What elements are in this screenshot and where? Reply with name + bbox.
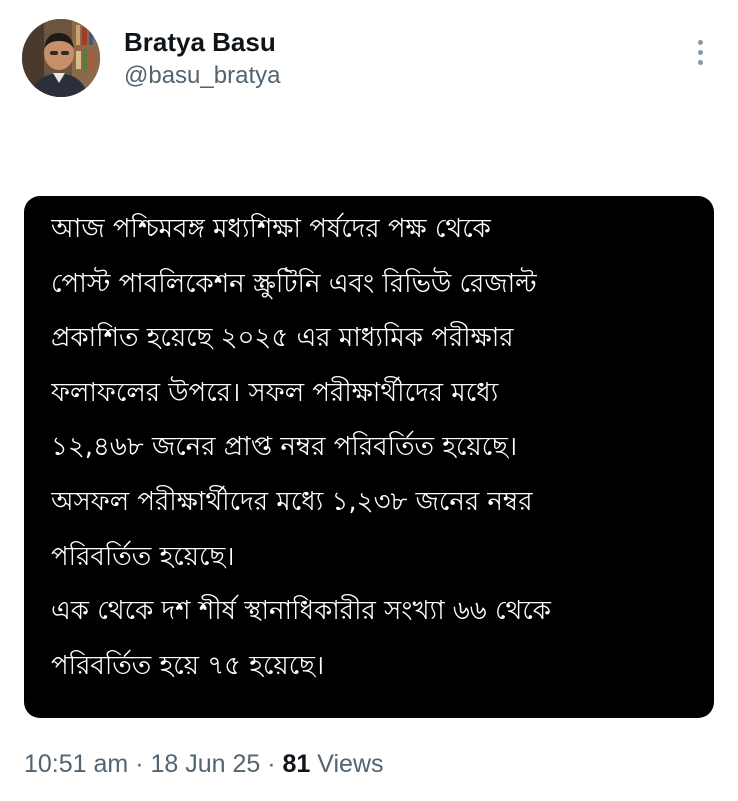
image-text-line: অসফল পরীক্ষার্থীদের মধ্যে ১,২৩৮ জনের নম্… bbox=[51, 486, 533, 517]
image-text-line: আজ পশ্চিমবঙ্গ মধ্যশিক্ষা পর্ষদের পক্ষ থে… bbox=[51, 214, 491, 244]
image-text-line: ফলাফলের উপরে। সফল পরীক্ষার্থীদের মধ্যে bbox=[51, 377, 499, 408]
views-count[interactable]: 81 bbox=[283, 750, 311, 778]
image-text-line: পরিবর্তিত হয়েছে। bbox=[51, 541, 235, 572]
tweet-date[interactable]: 18 Jun 25 bbox=[150, 750, 260, 778]
more-vertical-icon-dot bbox=[697, 49, 703, 55]
tweet: Bratya Basu @basu_bratya আজ পশ্চিমবঙ্গ ম… bbox=[0, 0, 738, 801]
image-text-line: পরিবর্তিত হয়ে ৭৫ হয়েছে। bbox=[51, 650, 325, 681]
image-text-line: পোস্ট পাবলিকেশন স্ক্রুটিনি এবং রিভিউ রেজ… bbox=[51, 268, 537, 299]
tweet-time[interactable]: 10:51 am bbox=[24, 750, 128, 778]
image-text-line: ১২,৪৬৮ জনের প্রাপ্ত নম্বর পরিবর্তিত হয়ে… bbox=[51, 432, 518, 463]
avatar-image bbox=[22, 19, 100, 97]
more-vertical-icon bbox=[697, 39, 703, 45]
tweet-meta: 10:51 am · 18 Jun 25 · 81 Views bbox=[24, 748, 384, 780]
views-label[interactable]: Views bbox=[317, 750, 383, 778]
image-text-line: এক থেকে দশ শীর্ষ স্থানাধিকারীর সংখ্যা ৬৬… bbox=[51, 596, 551, 627]
avatar[interactable] bbox=[22, 19, 100, 97]
image-text-line: প্রকাশিত হয়েছে ২০২৫ এর মাধ্যমিক পরীক্ষা… bbox=[51, 323, 514, 354]
author-handle[interactable]: @basu_bratya bbox=[124, 60, 280, 92]
meta-separator: · bbox=[128, 750, 151, 778]
author-display-name[interactable]: Bratya Basu bbox=[124, 26, 280, 58]
more-options-button[interactable] bbox=[686, 36, 714, 68]
meta-separator: · bbox=[260, 750, 283, 778]
tweet-text-image[interactable]: আজ পশ্চিমবঙ্গ মধ্যশিক্ষা পর্ষদের পক্ষ থে… bbox=[24, 196, 714, 718]
more-vertical-icon-dot bbox=[697, 59, 703, 65]
author-block: Bratya Basu @basu_bratya bbox=[124, 26, 280, 92]
